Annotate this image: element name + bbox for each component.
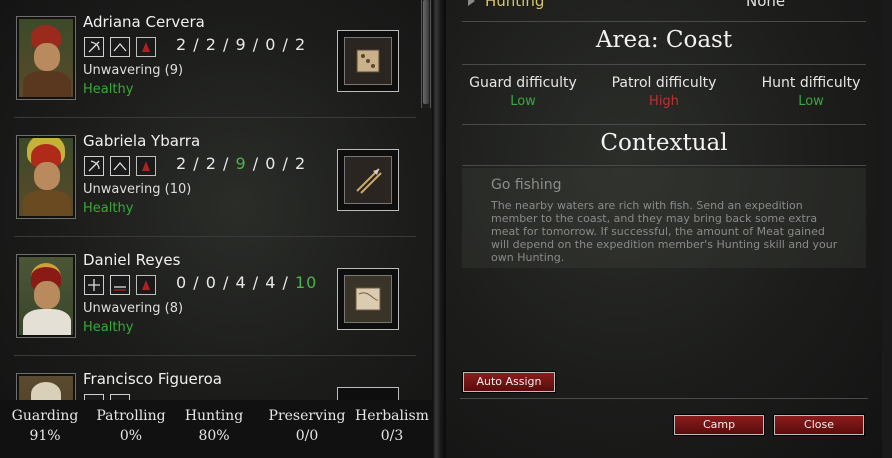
- member-skill-values: 0 / 0 / 4 / 4 / 10: [176, 273, 318, 292]
- scrollbar-thumb[interactable]: [423, 0, 429, 104]
- roster-member[interactable]: Adriana Cervera 2 / 2 / 9 / 0 / 2 Unwave…: [0, 0, 420, 118]
- tent-icon[interactable]: [110, 37, 130, 57]
- divider-line: [462, 124, 866, 125]
- member-portrait: [16, 135, 76, 219]
- patrol-difficulty: Patrol difficulty High: [611, 75, 717, 109]
- member-portrait: [16, 254, 76, 338]
- expedition-roster-panel: Adriana Cervera 2 / 2 / 9 / 0 / 2 Unwave…: [0, 0, 432, 458]
- divider-line: [462, 21, 866, 22]
- contextual-action-name: Go fishing: [491, 177, 562, 193]
- member-item-slot[interactable]: [337, 387, 399, 400]
- guard-difficulty: Guard difficulty Low: [469, 75, 577, 109]
- skill-totals-bar: Guarding 91% Patrolling 0% Hunting 80% Pres…: [0, 400, 432, 458]
- member-health: Healthy: [83, 82, 134, 97]
- member-item-slot[interactable]: [337, 268, 399, 330]
- map-icon: [344, 275, 392, 323]
- expand-arrow-icon[interactable]: [468, 0, 475, 6]
- bedroll-icon[interactable]: [110, 275, 130, 295]
- roster-list: Adriana Cervera 2 / 2 / 9 / 0 / 2 Unwave…: [0, 0, 420, 400]
- member-name: Daniel Reyes: [83, 251, 181, 269]
- campfire-icon[interactable]: [136, 275, 156, 295]
- member-health: Healthy: [83, 320, 134, 335]
- member-portrait: [16, 373, 76, 400]
- activity-row[interactable]: Hunting: [468, 0, 544, 10]
- total-patrolling: Patrolling 0%: [96, 408, 166, 444]
- right-edge-frame: [882, 0, 892, 458]
- member-item-slot[interactable]: [337, 30, 399, 92]
- activity-value: None: [746, 0, 786, 10]
- bow-icon[interactable]: [84, 156, 104, 176]
- member-skill-values: 2 / 2 / 9 / 0 / 2: [176, 35, 307, 54]
- member-name: Francisco Figueroa: [83, 370, 222, 388]
- contextual-title: Contextual: [600, 130, 728, 156]
- total-preserving: Preserving 0/0: [268, 408, 346, 444]
- panel-divider: [432, 0, 446, 458]
- divider-line: [460, 398, 868, 399]
- member-name: Gabriela Ybarra: [83, 132, 201, 150]
- spear-icon: [344, 156, 392, 204]
- member-trait: Unwavering (9): [83, 63, 184, 78]
- close-button[interactable]: Close: [773, 414, 865, 436]
- member-trait: Unwavering (8): [83, 301, 184, 316]
- campfire-icon[interactable]: [136, 156, 156, 176]
- total-guarding: Guarding 91%: [11, 408, 79, 444]
- total-hunting: Hunting 80%: [184, 408, 244, 444]
- member-trait: Unwavering (10): [83, 182, 192, 197]
- member-name: Adriana Cervera: [83, 13, 205, 31]
- dice-icon: [344, 37, 392, 85]
- member-portrait: [16, 16, 76, 100]
- roster-member[interactable]: Francisco Figueroa: [0, 357, 420, 400]
- member-roles: [84, 156, 156, 176]
- member-item-slot[interactable]: [337, 149, 399, 211]
- compass-icon[interactable]: [84, 275, 104, 295]
- member-roles: [84, 37, 156, 57]
- roster-member[interactable]: Daniel Reyes 0 / 0 / 4 / 4 / 10 Unwaveri…: [0, 238, 420, 356]
- activity-label: Hunting: [485, 0, 545, 10]
- member-skill-values: 2 / 2 / 9 / 0 / 2: [176, 154, 307, 173]
- area-details-panel: Hunting None Area: Coast Guard difficult…: [446, 0, 892, 458]
- divider-line: [462, 64, 866, 65]
- auto-assign-button[interactable]: Auto Assign: [462, 371, 556, 393]
- bow-icon[interactable]: [84, 37, 104, 57]
- tent-icon[interactable]: [110, 156, 130, 176]
- area-title: Area: Coast: [595, 27, 733, 53]
- roster-member[interactable]: Gabriela Ybarra 2 / 2 / 9 / 0 / 2 Unwave…: [0, 119, 420, 237]
- hunt-difficulty: Hunt difficulty Low: [761, 75, 861, 109]
- member-health: Healthy: [83, 201, 134, 216]
- divider-line: [462, 165, 866, 166]
- total-herbalism: Herbalism 0/3: [355, 408, 429, 444]
- campfire-icon[interactable]: [136, 37, 156, 57]
- contextual-action-description: The nearby waters are rich with fish. Se…: [491, 199, 838, 264]
- camp-button[interactable]: Camp: [673, 414, 765, 436]
- roster-scrollbar[interactable]: [421, 0, 431, 108]
- member-roles: [84, 275, 156, 295]
